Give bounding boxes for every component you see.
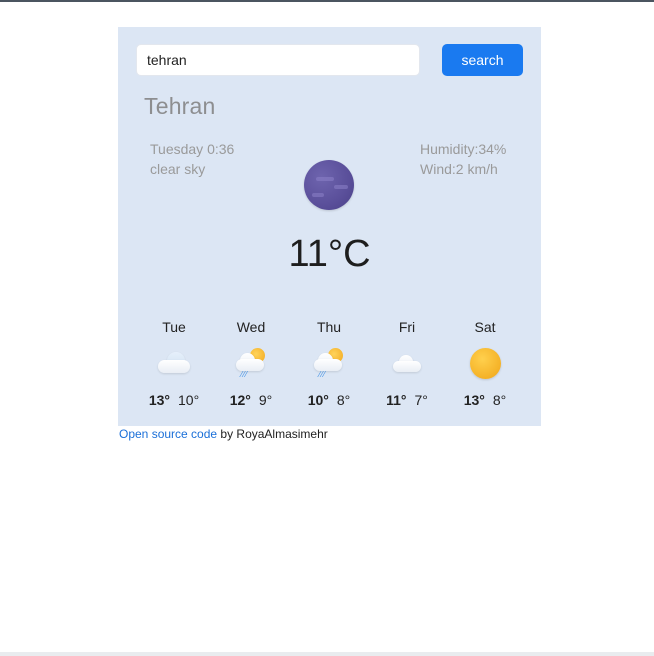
- humidity-text: Humidity:34%: [420, 141, 507, 157]
- sun-icon: [465, 346, 505, 380]
- top-border: [0, 0, 654, 2]
- forecast-day: Sat 13° 8°: [446, 319, 524, 408]
- sun-cloud-rain-icon: ⁄⁄⁄: [231, 346, 271, 380]
- weather-card: search Tehran Tuesday 0:36 clear sky Hum…: [118, 27, 541, 426]
- forecast-temps: 13° 10°: [135, 392, 213, 408]
- current-details-left: Tuesday 0:36 clear sky: [150, 139, 234, 179]
- search-button[interactable]: search: [442, 44, 523, 76]
- footer-credit: Open source code by RoyaAlmasimehr: [119, 427, 328, 441]
- forecast-day-name: Wed: [236, 319, 266, 335]
- forecast-min: 8°: [336, 392, 351, 408]
- forecast-min: 10°: [178, 392, 200, 408]
- wind-text: Wind:2 km/h: [420, 161, 498, 177]
- current-temperature: 11°C: [288, 233, 371, 275]
- forecast-max: 11°: [386, 392, 407, 408]
- sun-cloud-rain-icon: ⁄⁄⁄: [309, 346, 349, 380]
- forecast-min: 8°: [492, 392, 507, 408]
- search-input[interactable]: [136, 44, 420, 76]
- forecast-day: Wed ⁄⁄⁄ 12° 9°: [212, 319, 290, 408]
- current-details-right: Humidity:34% Wind:2 km/h: [420, 139, 506, 179]
- author-credit: by RoyaAlmasimehr: [217, 427, 328, 441]
- forecast-day: Fri 11° 7°: [368, 319, 446, 408]
- open-source-link[interactable]: Open source code: [119, 427, 217, 441]
- cloud-icon: [387, 346, 427, 380]
- forecast-day: Tue 13° 10°: [135, 319, 213, 408]
- forecast-max: 13°: [463, 392, 485, 408]
- forecast-min: 9°: [258, 392, 273, 408]
- forecast-day-name: Fri: [398, 319, 416, 335]
- forecast-max: 12°: [229, 392, 251, 408]
- current-datetime: Tuesday 0:36: [150, 141, 235, 157]
- moon-icon: [304, 160, 354, 210]
- forecast-temps: 12° 9°: [212, 392, 290, 408]
- forecast-day-name: Thu: [316, 319, 342, 335]
- forecast-temps: 11° 7°: [368, 392, 446, 408]
- weather-description: clear sky: [150, 161, 206, 177]
- forecast-temps: 10° 8°: [290, 392, 368, 408]
- forecast-day-name: Sat: [474, 319, 496, 335]
- forecast-max: 10°: [307, 392, 329, 408]
- forecast-temps: 13° 8°: [446, 392, 524, 408]
- forecast-row: Tue 13° 10° Wed ⁄⁄⁄ 12° 9° Thu ⁄⁄⁄ 10° 8…: [135, 319, 523, 409]
- bottom-border: [0, 652, 654, 656]
- forecast-day-name: Tue: [162, 319, 186, 335]
- forecast-max: 13°: [148, 392, 170, 408]
- city-name: Tehran: [144, 93, 216, 119]
- cloud-icon: [154, 346, 194, 380]
- forecast-min: 7°: [414, 392, 428, 408]
- forecast-day: Thu ⁄⁄⁄ 10° 8°: [290, 319, 368, 408]
